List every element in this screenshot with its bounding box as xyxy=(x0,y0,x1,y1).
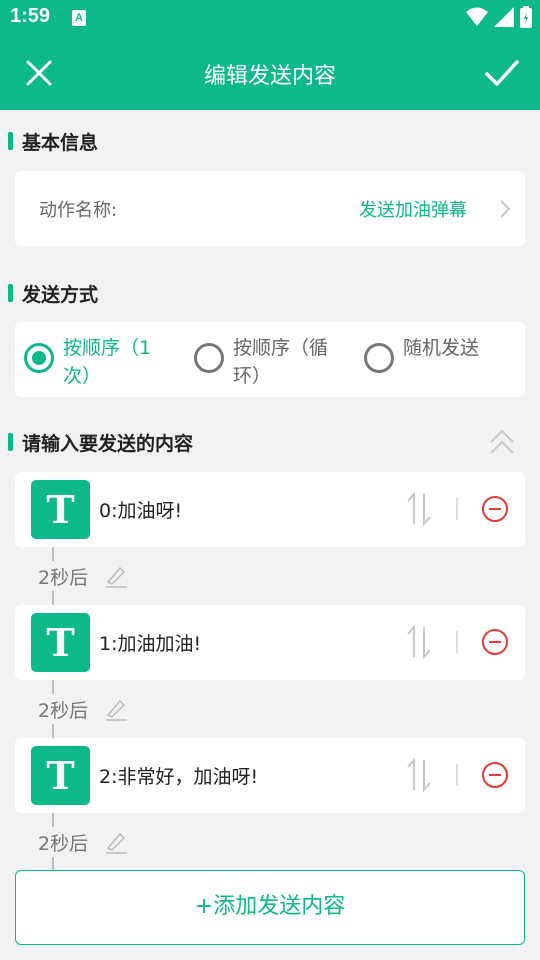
divider xyxy=(456,631,458,653)
system-icons xyxy=(466,6,532,28)
section-basic-info: 基本信息 xyxy=(8,128,98,154)
section-marker xyxy=(8,284,13,302)
add-content-button[interactable]: +添加发送内容 xyxy=(15,870,525,945)
text-type-icon: T xyxy=(31,746,90,805)
radio-sequential-loop[interactable]: 按顺序（循环） xyxy=(194,334,343,390)
radio-random[interactable]: 随机发送 xyxy=(364,334,513,373)
delay-text: 2秒后 xyxy=(38,566,89,589)
remove-circle-icon[interactable] xyxy=(481,628,509,656)
section-marker xyxy=(8,132,13,150)
radio-unchecked-icon xyxy=(194,343,224,373)
remove-circle-icon[interactable] xyxy=(481,761,509,789)
top-bar: 1:59 A 编辑发送内容 xyxy=(0,0,540,110)
send-mode-group: 按顺序（1次） 按顺序（循环） 随机发送 xyxy=(15,322,525,397)
message-item[interactable]: T 0:加油呀! xyxy=(15,472,525,547)
divider xyxy=(456,498,458,520)
delay-row[interactable]: 2秒后 xyxy=(38,694,129,724)
edit-pencil-icon[interactable] xyxy=(104,830,128,854)
section-title-method: 发送方式 xyxy=(22,283,99,306)
delay-row[interactable]: 2秒后 xyxy=(38,827,129,857)
chevron-right-icon xyxy=(500,200,511,218)
radio-label: 按顺序（1次） xyxy=(63,337,152,387)
message-item[interactable]: T 1:加油加油! xyxy=(15,605,525,680)
reorder-icon[interactable] xyxy=(405,758,433,792)
radio-label: 按顺序（循环） xyxy=(233,337,329,387)
notification-icon: A xyxy=(72,10,86,26)
status-bar: 1:59 A xyxy=(0,0,540,36)
reorder-icon[interactable] xyxy=(405,625,433,659)
radio-label: 随机发送 xyxy=(403,337,480,359)
section-title-content: 请输入要发送的内容 xyxy=(22,432,194,455)
signal-icon xyxy=(494,7,514,27)
section-content: 请输入要发送的内容 xyxy=(8,429,193,455)
confirm-check-icon[interactable] xyxy=(484,56,520,90)
text-type-icon: T xyxy=(31,613,90,672)
delay-row[interactable]: 2秒后 xyxy=(38,561,129,591)
app-bar: 编辑发送内容 xyxy=(0,36,540,110)
message-text: 2:非常好，加油呀! xyxy=(99,766,259,788)
action-name-value: 发送加油弹幕 xyxy=(359,200,467,221)
wifi-icon xyxy=(466,7,488,26)
edit-pencil-icon[interactable] xyxy=(104,564,128,588)
section-send-method: 发送方式 xyxy=(8,280,98,306)
section-marker xyxy=(8,433,13,451)
radio-sequential-once[interactable]: 按顺序（1次） xyxy=(24,334,173,390)
reorder-icon[interactable] xyxy=(405,492,433,526)
status-time: 1:59 xyxy=(10,5,51,27)
action-name-label: 动作名称: xyxy=(39,200,118,221)
edit-pencil-icon[interactable] xyxy=(104,697,128,721)
collapse-up-icon[interactable] xyxy=(488,428,516,456)
delay-text: 2秒后 xyxy=(38,832,89,855)
message-text: 1:加油加油! xyxy=(99,633,202,655)
delay-text: 2秒后 xyxy=(38,699,89,722)
action-name-row[interactable]: 动作名称: 发送加油弹幕 xyxy=(15,171,525,246)
radio-checked-icon xyxy=(24,343,54,373)
text-type-icon: T xyxy=(31,480,90,539)
remove-circle-icon[interactable] xyxy=(481,495,509,523)
battery-icon xyxy=(520,6,532,28)
page-title: 编辑发送内容 xyxy=(203,64,336,89)
radio-unchecked-icon xyxy=(364,343,394,373)
section-title-basic: 基本信息 xyxy=(22,131,99,154)
message-text: 0:加油呀! xyxy=(99,500,183,522)
divider xyxy=(456,764,458,786)
message-item[interactable]: T 2:非常好，加油呀! xyxy=(15,738,525,813)
